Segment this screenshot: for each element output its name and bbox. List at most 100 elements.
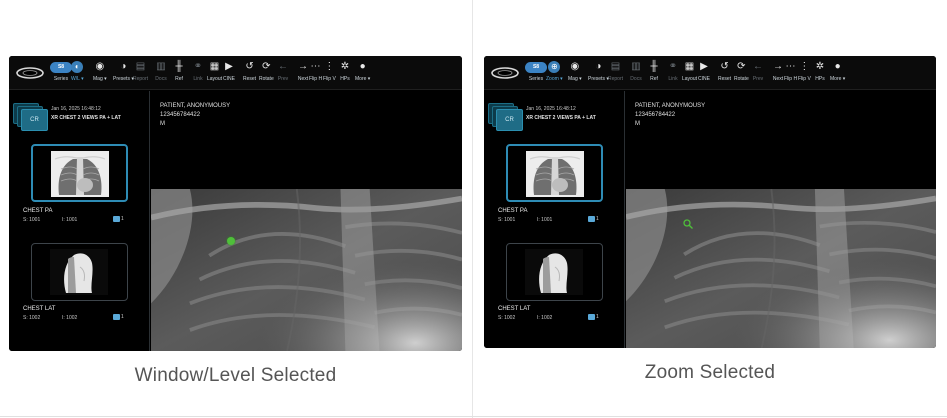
toolbar-presets-button[interactable]: ◑ Presets ▾: [113, 61, 134, 87]
toolbar-flip-v-button[interactable]: ⋮ Flip V: [798, 61, 811, 87]
toolbar-button-label: Link: [193, 76, 203, 82]
toolbar: S8 Series ◐ W/L ▾ ◉ Mag ▾ ◑ Presets ▾ ▤ Report ▥ Do…: [9, 56, 462, 90]
flip-h-icon: ⋯: [785, 61, 796, 72]
patient-sex: M: [160, 121, 165, 127]
toolbar-hps-button[interactable]: ✲ HPs: [814, 61, 826, 87]
bottom-divider: [0, 416, 947, 417]
toolbar-flip-v-button[interactable]: ⋮ Flip V: [323, 61, 336, 87]
image-count-value: 1: [596, 314, 599, 320]
toolbar-reset-button[interactable]: ↺ Reset: [718, 61, 731, 87]
toolbar-button-label: Report: [133, 76, 149, 82]
toolbar-rotate-button[interactable]: ⟳ Rotate: [734, 61, 749, 87]
toolbar-reset-button[interactable]: ↺ Reset: [243, 61, 256, 87]
toolbar-button-label: Flip V: [323, 76, 336, 82]
viewer-screenshot-window-level: S8 Series ◐ W/L ▾ ◉ Mag ▾ ◑ Presets ▾ ▤ Report ▥ Do…: [9, 56, 462, 351]
xray-image[interactable]: [151, 189, 462, 351]
ref-icon: ╫: [650, 61, 658, 72]
image-count-value: 1: [121, 314, 124, 320]
toolbar-button-label: Flip H: [309, 76, 323, 82]
toolbar-rotate-button[interactable]: ⟳ Rotate: [259, 61, 274, 87]
report-icon: ▤: [610, 61, 621, 72]
app-logo-icon: [491, 67, 519, 79]
report-icon: ▤: [135, 61, 146, 72]
toolbar-more-button[interactable]: ● More ▾: [830, 61, 845, 87]
patient-name: PATIENT, ANONYMOUSY: [160, 103, 231, 109]
series-pill-icon: S8: [525, 61, 547, 73]
toolbar: S8 Series ⊕ Zoom ▾ ◉ Mag ▾ ◑ Presets ▾ ▤ Report ▥ D…: [484, 56, 936, 90]
thumbnail-chest-lat[interactable]: [31, 243, 128, 301]
toolbar-cine-button[interactable]: ▶ CINE: [223, 61, 235, 87]
stack-count-icon: [588, 216, 595, 222]
zoom-icon: ⊕: [548, 61, 561, 73]
toolbar-ref-button[interactable]: ╫ Ref: [173, 61, 185, 87]
instance-number: I: 1001: [62, 217, 78, 223]
toolbar-docs-button[interactable]: ▥ Docs: [155, 61, 167, 87]
toolbar-report-button[interactable]: ▤ Report: [608, 61, 623, 87]
toolbar-button-label: Docs: [155, 76, 167, 82]
toolbar-button-label: Reset: [718, 76, 732, 82]
stack-count-icon: [113, 314, 120, 320]
toolbar-button-label: HPs: [340, 76, 350, 82]
study-date: Jan 16, 2025 16:48:12: [51, 106, 101, 112]
toolbar-series-button[interactable]: S8 Series: [49, 61, 73, 87]
xray-image[interactable]: [626, 189, 936, 348]
toolbar-flip-h-button[interactable]: ⋯ Flip H: [309, 61, 322, 87]
series-number: S: 1002: [23, 315, 41, 321]
toolbar-zoom-button[interactable]: ⊕ Zoom ▾: [546, 61, 563, 87]
toolbar-button-label: W/L ▾: [71, 76, 84, 82]
toolbar-magnify-button[interactable]: ◉ Mag ▾: [568, 61, 582, 87]
toolbar-layout-button[interactable]: ▦ Layout: [682, 61, 697, 87]
toolbar-button-label: Layout: [682, 76, 698, 82]
thumbnail-chest-pa[interactable]: [506, 144, 603, 202]
toolbar-flip-h-button[interactable]: ⋯ Flip H: [784, 61, 797, 87]
toolbar-layout-button[interactable]: ▦ Layout: [207, 61, 222, 87]
more-icon: ●: [359, 61, 366, 72]
toolbar-prev-button[interactable]: ← Prev: [752, 61, 764, 87]
toolbar-button-label: Mag ▾: [93, 76, 107, 82]
flip-v-icon: ⋮: [324, 61, 335, 72]
toolbar-button-label: Presets ▾: [113, 76, 134, 82]
toolbar-button-label: Presets ▾: [588, 76, 609, 82]
toolbar-series-button[interactable]: S8 Series: [524, 61, 548, 87]
toolbar-more-button[interactable]: ● More ▾: [355, 61, 370, 87]
chest-pa-image: [526, 151, 584, 197]
toolbar-button-label: Series: [53, 76, 69, 82]
toolbar-button-label: CINE: [698, 76, 710, 82]
toolbar-link-button[interactable]: ⚭ Link: [667, 61, 679, 87]
toolbar-presets-button[interactable]: ◑ Presets ▾: [588, 61, 609, 87]
app-logo-icon: [16, 67, 44, 79]
image-count-value: 1: [121, 216, 124, 222]
presets-icon: ◑: [595, 61, 602, 72]
image-viewport[interactable]: PATIENT, ANONYMOUSY 123456784422 M: [626, 91, 936, 348]
toolbar-button-label: Ref: [175, 76, 183, 82]
toolbar-report-button[interactable]: ▤ Report: [133, 61, 148, 87]
toolbar-link-button[interactable]: ⚭ Link: [192, 61, 204, 87]
image-viewport[interactable]: PATIENT, ANONYMOUSY 123456784422 M: [151, 91, 462, 351]
study-stack-icon[interactable]: CR: [488, 103, 524, 131]
toolbar-ref-button[interactable]: ╫ Ref: [648, 61, 660, 87]
study-stack-icon[interactable]: CR: [13, 103, 49, 131]
toolbar-cine-button[interactable]: ▶ CINE: [698, 61, 710, 87]
toolbar-button-label: Rotate: [734, 76, 749, 82]
toolbar-docs-button[interactable]: ▥ Docs: [630, 61, 642, 87]
patient-id: 123456784422: [160, 112, 201, 118]
study-date: Jan 16, 2025 16:48:12: [526, 106, 576, 112]
toolbar-magnify-button[interactable]: ◉ Mag ▾: [93, 61, 107, 87]
image-count: 1: [113, 216, 124, 222]
toolbar-next-button[interactable]: → Next: [297, 61, 309, 87]
study-description: XR CHEST 2 VIEWS PA + LAT: [526, 115, 596, 121]
reset-icon: ↺: [245, 61, 254, 72]
thumbnail-chest-pa[interactable]: [31, 144, 128, 202]
instance-number: I: 1002: [537, 315, 553, 321]
toolbar-button-label: CINE: [223, 76, 235, 82]
toolbar-prev-button[interactable]: ← Prev: [277, 61, 289, 87]
toolbar-window-level-button[interactable]: ◐ W/L ▾: [71, 61, 84, 87]
hps-icon: ✲: [340, 61, 350, 72]
image-count: 1: [588, 314, 599, 320]
toolbar-hps-button[interactable]: ✲ HPs: [339, 61, 351, 87]
toolbar-button-label: Series: [528, 76, 544, 82]
thumbnail-chest-lat[interactable]: [506, 243, 603, 301]
toolbar-next-button[interactable]: → Next: [772, 61, 784, 87]
prev-icon: ←: [753, 61, 763, 72]
thumbnail-label: CHEST PA: [23, 208, 53, 214]
